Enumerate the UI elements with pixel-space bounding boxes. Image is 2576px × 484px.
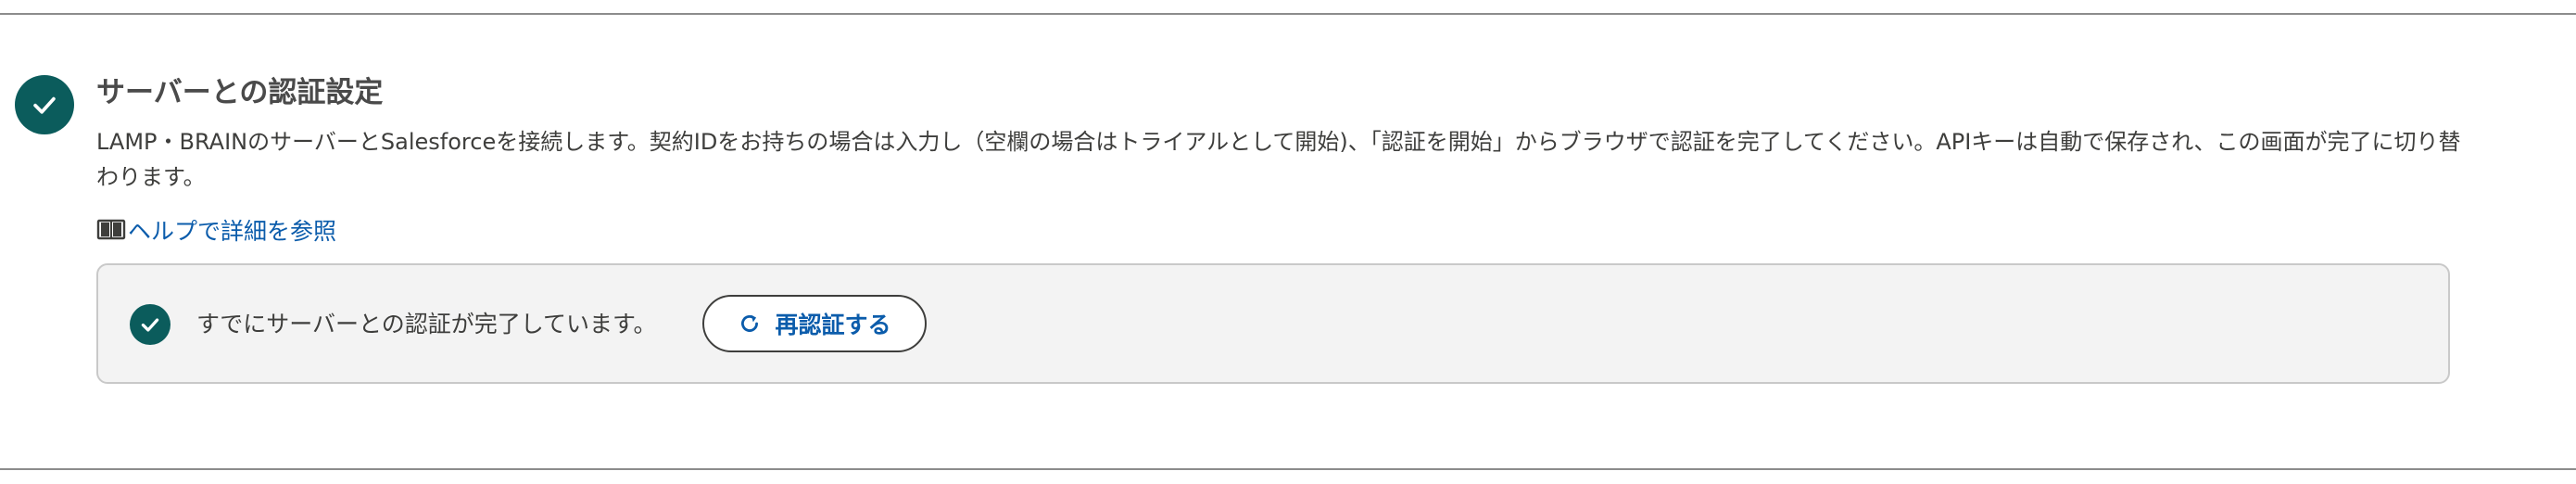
help-link-label[interactable]: ヘルプで詳細を参照 [128,213,336,247]
auth-status-box: すでにサーバーとの認証が完了しています。 再認証する [96,263,2450,384]
top-divider [0,13,2576,15]
step-complete-check-icon [15,75,74,134]
status-check-icon [130,304,170,345]
section-description: LAMP・BRAINのサーバーとSalesforceを接続します。契約IDをお持… [96,129,2461,190]
reauthenticate-button-label[interactable]: 再認証する [775,307,890,340]
auth-status-message: すでにサーバーとの認証が完了しています。 [196,311,657,338]
section-title: サーバーとの認証設定 [96,76,384,109]
bottom-divider [0,468,2576,470]
help-link[interactable]: ヘルプで詳細を参照 [96,213,336,247]
refresh-icon [738,312,762,336]
reauthenticate-button[interactable]: 再認証する [702,295,927,352]
book-icon [96,218,126,242]
